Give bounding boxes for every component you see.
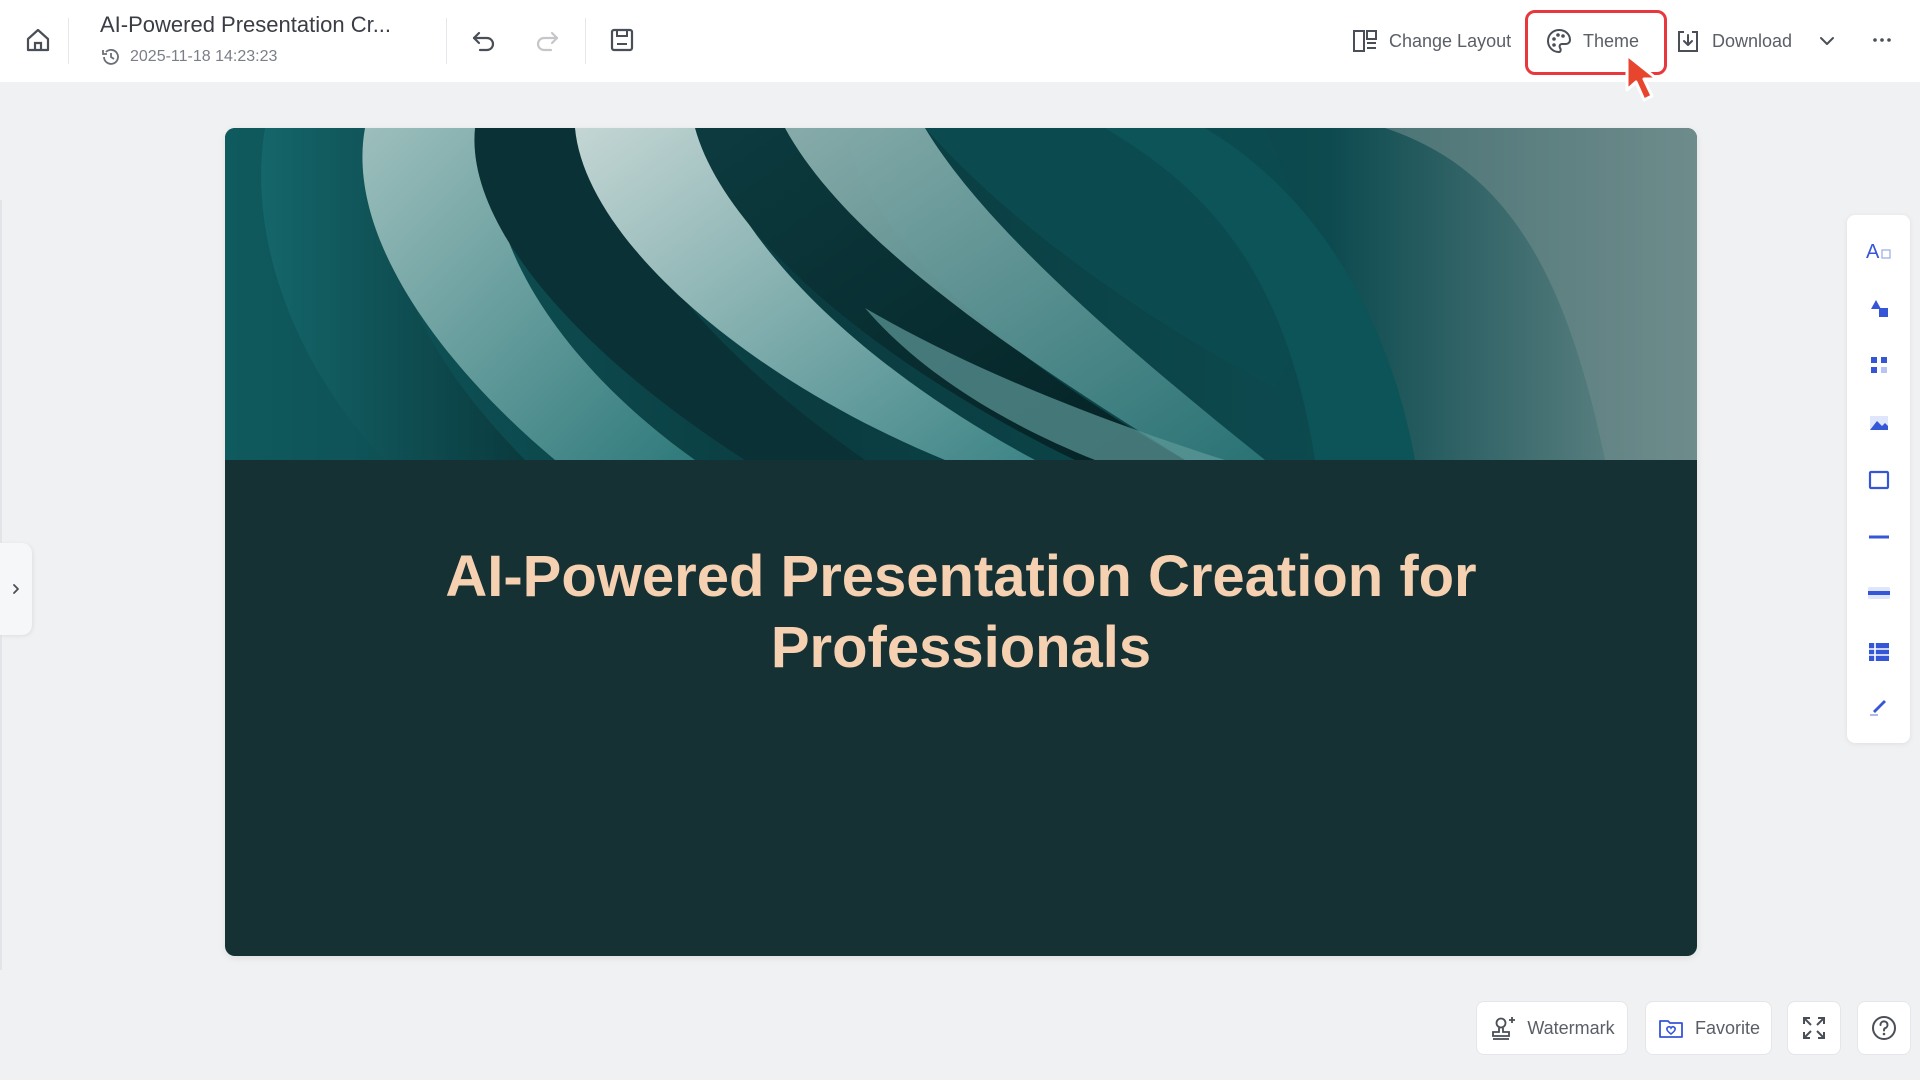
save-button[interactable]: [602, 20, 642, 60]
favorite-folder-icon: [1659, 1020, 1683, 1038]
home-button[interactable]: [18, 20, 58, 60]
insert-image-button[interactable]: [1864, 408, 1894, 438]
insert-toolbar: A: [1847, 215, 1910, 743]
elements-icon: [1871, 357, 1887, 373]
redo-button[interactable]: [527, 20, 567, 60]
save-timestamp: 2025-11-18 14:23:23: [100, 46, 277, 68]
help-button[interactable]: [1857, 1001, 1911, 1055]
insert-shape-button[interactable]: [1864, 293, 1894, 323]
insert-textbox-button[interactable]: [1864, 578, 1894, 608]
insert-element-button[interactable]: [1864, 350, 1894, 380]
document-title[interactable]: AI-Powered Presentation Cr...: [100, 12, 391, 38]
table-icon: [1869, 643, 1889, 661]
insert-text-button[interactable]: A: [1864, 236, 1894, 266]
expand-sidebar-button[interactable]: [0, 543, 32, 635]
layout-icon: [1353, 30, 1377, 52]
frame-icon: [1868, 470, 1890, 490]
slide-title-line-2: Professionals: [770, 615, 1152, 680]
divider: [585, 18, 586, 64]
draw-icon: [1870, 700, 1886, 716]
textbox-icon: [1868, 587, 1890, 599]
image-icon: [1870, 416, 1888, 430]
divider: [446, 18, 447, 64]
change-layout-button[interactable]: Change Layout: [1351, 22, 1511, 60]
save-icon: [610, 28, 634, 52]
more-options-button[interactable]: [1862, 20, 1902, 60]
insert-table-button[interactable]: [1864, 637, 1894, 667]
download-icon: [1678, 31, 1698, 52]
undo-button[interactable]: [464, 20, 504, 60]
favorite-button[interactable]: Favorite: [1645, 1001, 1772, 1055]
palette-icon: [1547, 28, 1572, 54]
shapes-icon: [1871, 300, 1888, 317]
help-icon: [1872, 1016, 1896, 1040]
insert-frame-button[interactable]: [1864, 465, 1894, 495]
theme-label: Theme: [1583, 30, 1640, 51]
slide-title-line-1: AI-Powered Presentation Creation for: [445, 544, 1477, 609]
divider: [68, 18, 69, 64]
download-button[interactable]: Download: [1674, 22, 1838, 60]
insert-line-button[interactable]: [1864, 522, 1894, 552]
slide-canvas[interactable]: AI-Powered Presentation Creation for Pro…: [225, 128, 1697, 956]
text-icon: A: [1866, 241, 1891, 263]
watermark-label: Watermark: [1527, 1017, 1615, 1038]
watermark-icon: [1492, 1017, 1516, 1040]
draw-button[interactable]: [1864, 692, 1894, 722]
favorite-label: Favorite: [1694, 1017, 1761, 1038]
more-icon: [1873, 38, 1891, 42]
fullscreen-button[interactable]: [1787, 1001, 1841, 1055]
timestamp-text: 2025-11-18 14:23:23: [130, 48, 278, 65]
undo-icon: [472, 31, 495, 52]
slide-cover-image[interactable]: [225, 128, 1697, 460]
svg-text:A: A: [1866, 241, 1880, 263]
history-icon: [102, 49, 119, 65]
slide-title[interactable]: AI-Powered Presentation Creation for Pro…: [225, 541, 1697, 683]
download-label: Download: [1712, 30, 1793, 51]
chevron-down-icon[interactable]: [1816, 30, 1838, 52]
line-icon: [1869, 535, 1889, 539]
watermark-button[interactable]: Watermark: [1476, 1001, 1628, 1055]
mouse-cursor-icon: [1625, 53, 1659, 102]
redo-icon: [536, 31, 559, 52]
change-layout-label: Change Layout: [1389, 30, 1512, 51]
home-icon: [26, 28, 50, 52]
chevron-right-icon: [13, 584, 19, 594]
fullscreen-icon: [1803, 1017, 1825, 1039]
